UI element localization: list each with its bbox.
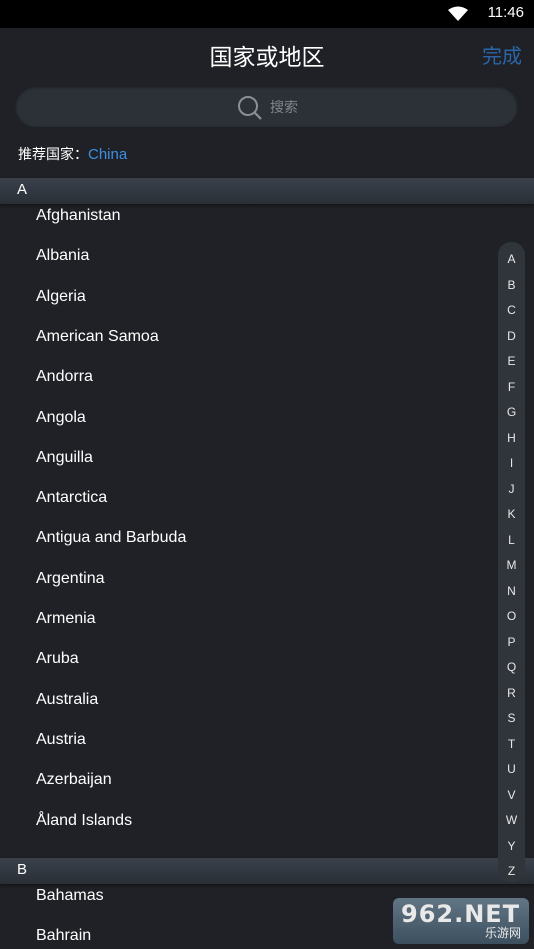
country-item[interactable]: Australia xyxy=(36,691,98,709)
index-letter-c[interactable]: C xyxy=(498,303,525,317)
index-letter-e[interactable]: E xyxy=(498,354,525,368)
index-letter-u[interactable]: U xyxy=(498,762,525,776)
country-item[interactable]: Åland Islands xyxy=(36,812,132,830)
search-input[interactable]: 搜索 xyxy=(15,86,518,127)
index-letter-v[interactable]: V xyxy=(498,788,525,802)
country-item[interactable]: Albania xyxy=(36,247,89,265)
index-letter-d[interactable]: D xyxy=(498,329,525,343)
watermark-logo: 962.NET 乐游网 xyxy=(393,898,529,944)
search-placeholder: 搜索 xyxy=(270,100,298,116)
index-letter-p[interactable]: P xyxy=(498,635,525,649)
country-item[interactable]: Aruba xyxy=(36,650,79,668)
index-letter-g[interactable]: G xyxy=(498,405,525,419)
index-letter-r[interactable]: R xyxy=(498,686,525,700)
watermark-subtext: 乐游网 xyxy=(484,926,521,940)
section-header-a: A xyxy=(0,178,534,204)
index-letter-y[interactable]: Y xyxy=(498,839,525,853)
country-item[interactable]: Bahrain xyxy=(36,927,91,945)
section-header-b: B xyxy=(0,857,534,884)
country-item[interactable]: Azerbaijan xyxy=(36,771,112,789)
index-letter-q[interactable]: Q xyxy=(498,660,525,674)
index-letter-w[interactable]: W xyxy=(498,813,525,827)
index-letter-s[interactable]: S xyxy=(498,711,525,725)
index-letter-f[interactable]: F xyxy=(498,380,525,394)
index-letter-h[interactable]: H xyxy=(498,431,525,445)
country-item[interactable]: Andorra xyxy=(36,368,93,386)
done-button[interactable]: 完成 xyxy=(482,40,522,69)
index-letter-l[interactable]: L xyxy=(498,533,525,547)
country-item[interactable]: Argentina xyxy=(36,570,105,588)
status-bar: 11:46 xyxy=(0,0,534,28)
index-letter-a[interactable]: A xyxy=(498,252,525,266)
index-letter-o[interactable]: O xyxy=(498,609,525,623)
status-time: 11:46 xyxy=(487,4,524,21)
country-item[interactable]: Afghanistan xyxy=(36,207,121,225)
header: 国家或地区 完成 xyxy=(0,28,534,82)
country-item[interactable]: Bahamas xyxy=(36,887,104,905)
country-item[interactable]: Antigua and Barbuda xyxy=(36,529,186,547)
page-title: 国家或地区 xyxy=(209,45,325,71)
index-letter-z[interactable]: Z xyxy=(498,864,525,878)
search-icon xyxy=(238,96,262,120)
country-item[interactable]: Antarctica xyxy=(36,489,107,507)
country-item[interactable]: Algeria xyxy=(36,288,86,306)
index-letter-i[interactable]: I xyxy=(498,456,525,470)
alphabet-index[interactable]: ABCDEFGHIJKLMNOPQRSTUVWYZ xyxy=(498,242,525,882)
recommend-label: 推荐国家： xyxy=(18,147,88,163)
country-item[interactable]: Armenia xyxy=(36,610,96,628)
index-letter-k[interactable]: K xyxy=(498,507,525,521)
country-item[interactable]: Angola xyxy=(36,409,86,427)
recommend-country-link[interactable]: China xyxy=(88,146,127,163)
wifi-icon xyxy=(448,6,468,21)
index-letter-b[interactable]: B xyxy=(498,278,525,292)
country-item[interactable]: Austria xyxy=(36,731,86,749)
section-letter: A xyxy=(17,181,28,198)
index-letter-n[interactable]: N xyxy=(498,584,525,598)
recommended-country: 推荐国家：China xyxy=(18,144,127,164)
country-item[interactable]: American Samoa xyxy=(36,328,159,346)
section-letter: B xyxy=(17,860,28,878)
index-letter-m[interactable]: M xyxy=(498,558,525,572)
index-letter-t[interactable]: T xyxy=(498,737,525,751)
index-letter-j[interactable]: J xyxy=(498,482,525,496)
country-item[interactable]: Anguilla xyxy=(36,449,93,467)
